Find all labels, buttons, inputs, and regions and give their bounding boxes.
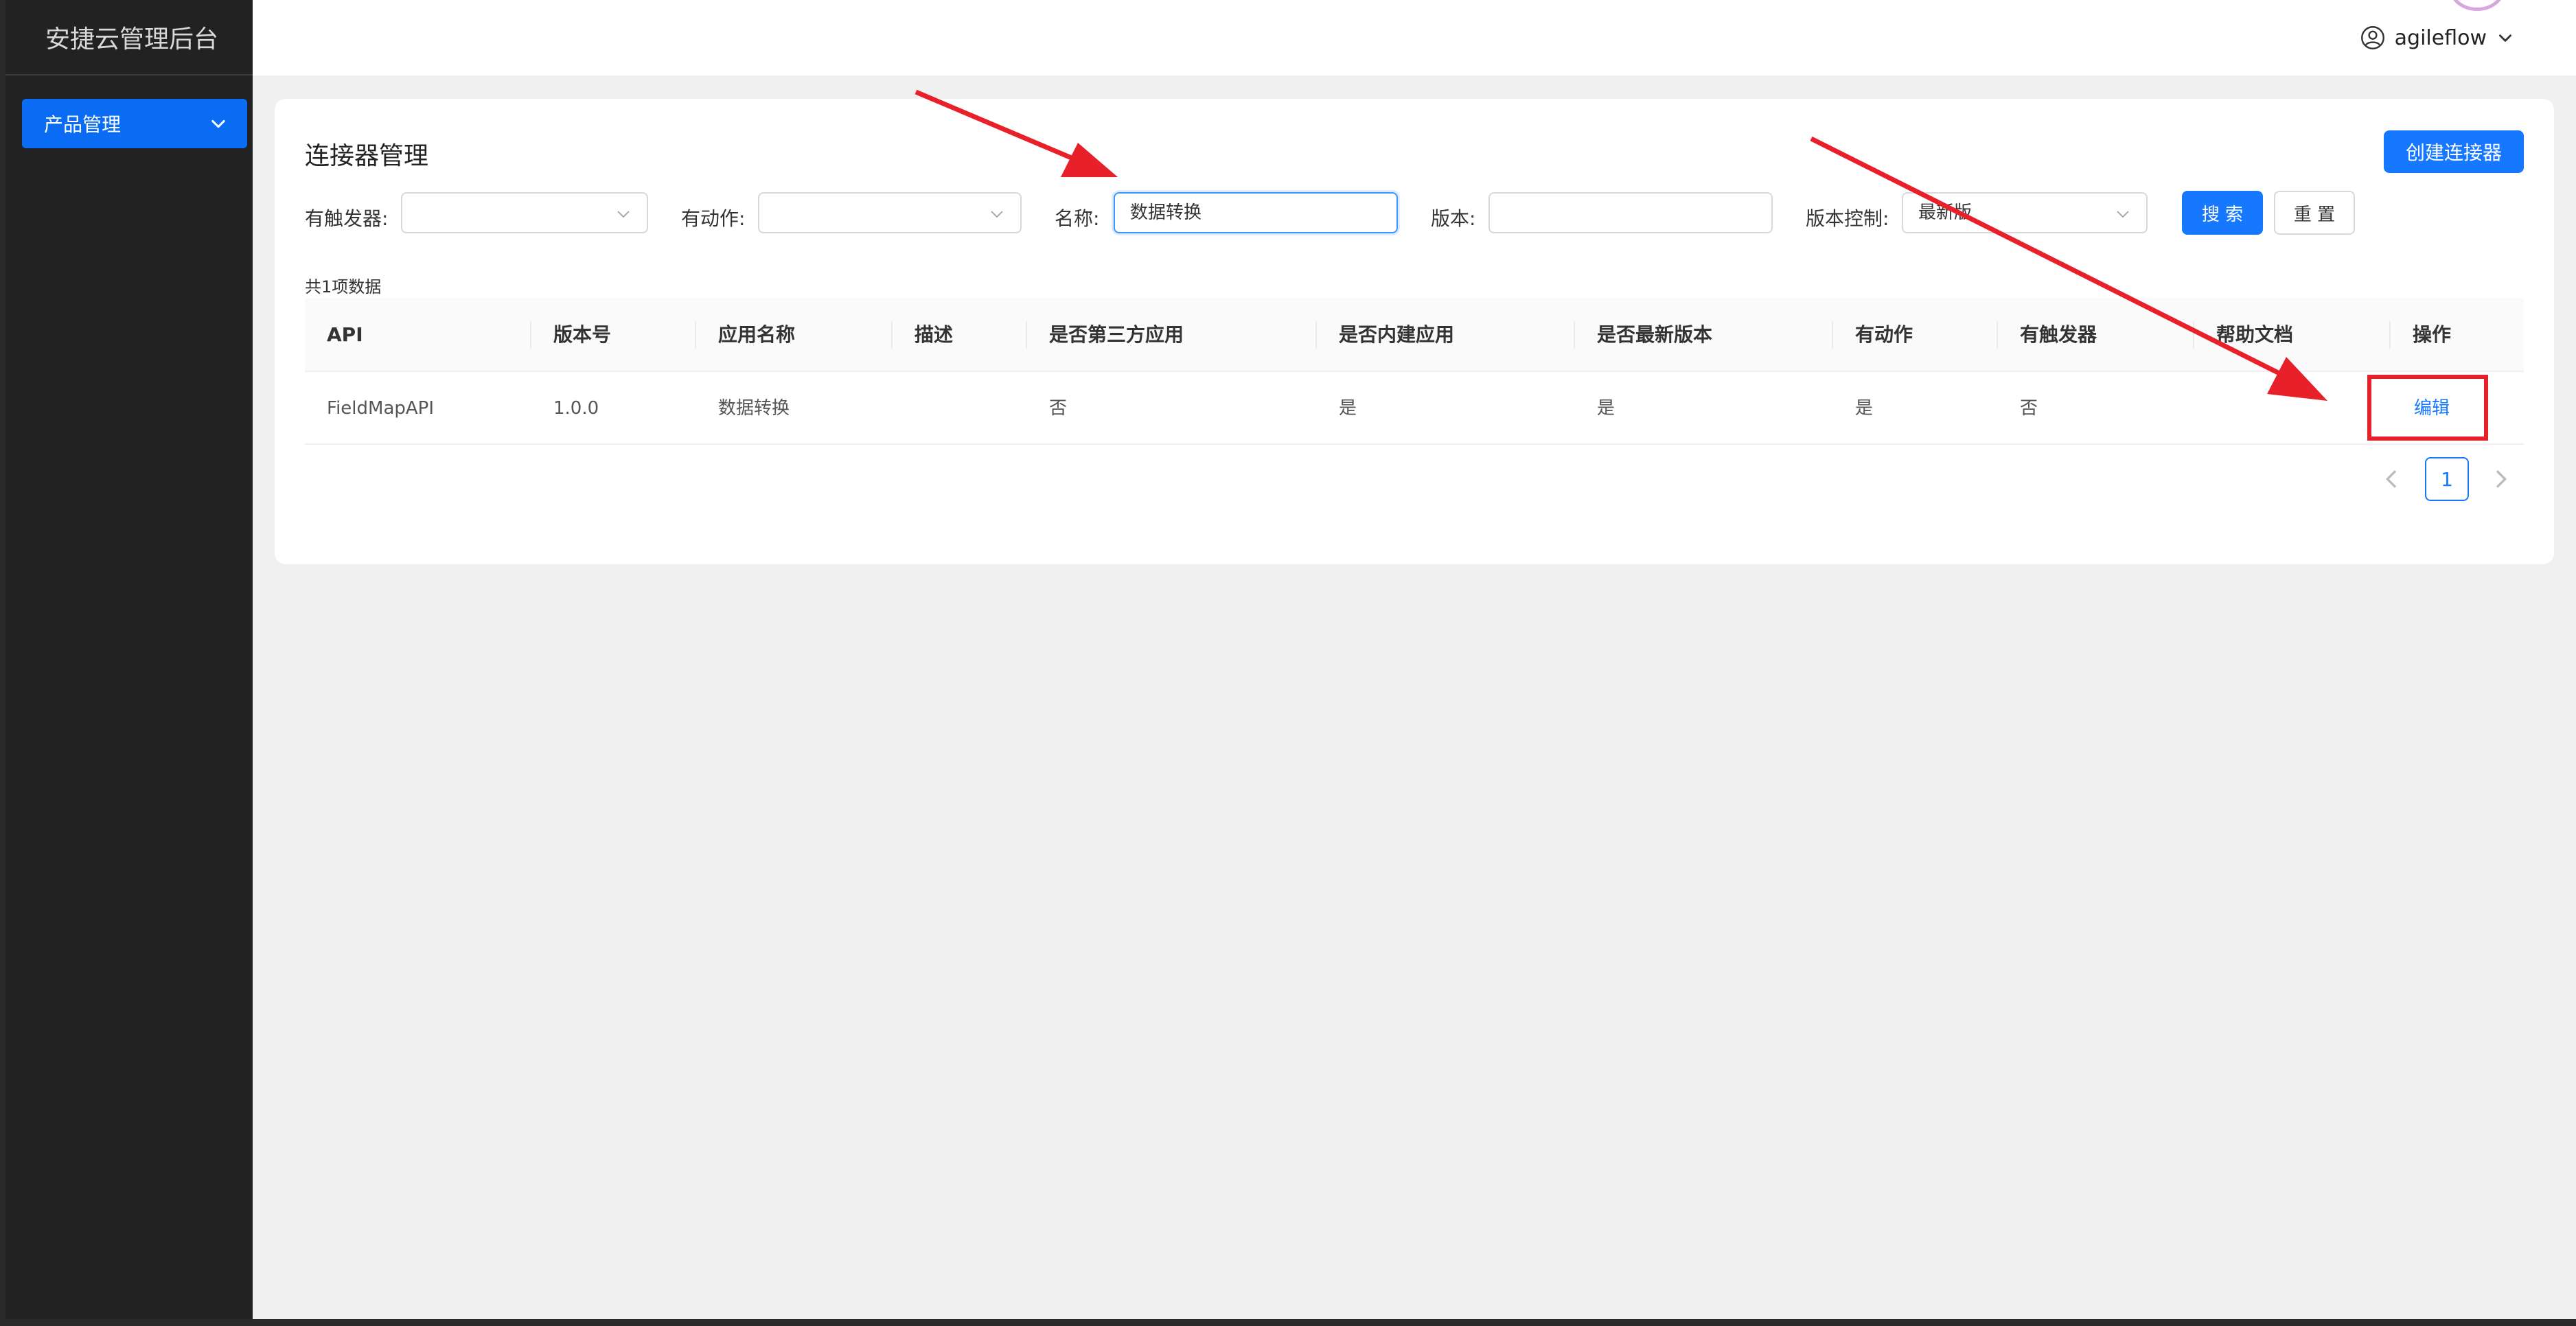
cell-version: 1.0.0 [553,398,599,419]
column-divider [1574,321,1575,349]
column-header-latest: 是否最新版本 [1597,323,1713,346]
version-input[interactable] [1488,192,1773,233]
version-control-label: 版本控制: [1806,207,1889,230]
action-filter-label: 有动作: [681,207,746,230]
app-root: 安捷云管理后台 产品管理 agileflow 连接器管理 创建连接器 有触发器:… [0,0,2576,1326]
trigger-filter-label: 有触发器: [305,207,389,230]
name-input-value: 数据转换 [1130,202,1202,223]
action-select[interactable] [758,192,1022,233]
cell-api: FieldMapAPI [327,398,435,419]
column-divider [2193,321,2194,349]
version-control-select[interactable]: 最新版 [1902,192,2148,233]
column-divider [2389,321,2391,349]
chevron-down-icon [2499,34,2511,42]
column-header-operation: 操作 [2413,323,2452,346]
cell-has-trigger: 否 [2020,398,2038,419]
column-divider [891,321,893,349]
username: agileflow [2394,25,2487,50]
sidebar-item-product-management[interactable]: 产品管理 [22,99,247,148]
connector-management-card: 连接器管理 创建连接器 有触发器: 有动作: 名称: 数据转换 版本: 版本控制… [275,99,2554,564]
sidebar-item-label: 产品管理 [44,113,122,136]
version-filter-label: 版本: [1431,207,1476,230]
pagination-current-page[interactable]: 1 [2425,457,2469,501]
total-count: 共1项数据 [305,277,382,296]
chevron-down-icon [2117,211,2129,218]
column-header-has-trigger: 有触发器 [2020,323,2097,346]
column-divider [1997,321,1998,349]
column-header-third-party: 是否第三方应用 [1049,323,1184,346]
table-header: API 版本号 应用名称 描述 是否第三方应用 是否内建应用 是否最新版本 有动… [305,298,2524,372]
avatar [2450,0,2505,11]
cell-builtin: 是 [1339,398,1357,419]
column-divider [1026,321,1027,349]
column-header-has-action: 有动作 [1855,323,1913,346]
column-divider [530,321,531,349]
version-control-value: 最新版 [1918,202,1973,223]
name-filter-label: 名称: [1055,207,1100,230]
column-divider [1315,321,1317,349]
user-icon [2360,26,2384,49]
page-title: 连接器管理 [305,142,429,170]
search-button[interactable]: 搜 索 [2182,191,2263,235]
bottom-border [0,1319,2576,1326]
chevron-down-icon [991,211,1003,218]
trigger-select[interactable] [401,192,648,233]
column-header-help-doc: 帮助文档 [2216,323,2294,346]
column-divider [1832,321,1833,349]
name-input[interactable]: 数据转换 [1114,192,1398,233]
column-header-version: 版本号 [553,323,612,346]
user-menu[interactable]: agileflow [2360,21,2514,55]
chevron-down-icon [617,211,630,218]
edit-highlight-box [2367,375,2488,441]
chevron-left-icon[interactable] [2378,465,2406,493]
reset-button[interactable]: 重 置 [2274,191,2355,235]
column-header-builtin: 是否内建应用 [1339,323,1455,346]
cell-has-action: 是 [1855,398,1874,419]
chevron-down-icon [211,119,225,128]
table-row: FieldMapAPI 1.0.0 数据转换 否 是 是 是 否 编辑 [305,372,2524,445]
cell-latest: 是 [1597,398,1615,419]
column-header-description: 描述 [915,323,954,346]
cell-app-name: 数据转换 [718,398,790,419]
column-header-app-name: 应用名称 [718,323,796,346]
column-header-api: API [327,323,363,346]
top-header: agileflow [253,0,2576,75]
sidebar: 安捷云管理后台 产品管理 [0,0,258,1326]
create-connector-button[interactable]: 创建连接器 [2384,130,2524,173]
cell-third-party: 否 [1049,398,1068,419]
column-divider [695,321,696,349]
chevron-right-icon[interactable] [2487,465,2514,493]
app-title: 安捷云管理后台 [5,0,258,75]
